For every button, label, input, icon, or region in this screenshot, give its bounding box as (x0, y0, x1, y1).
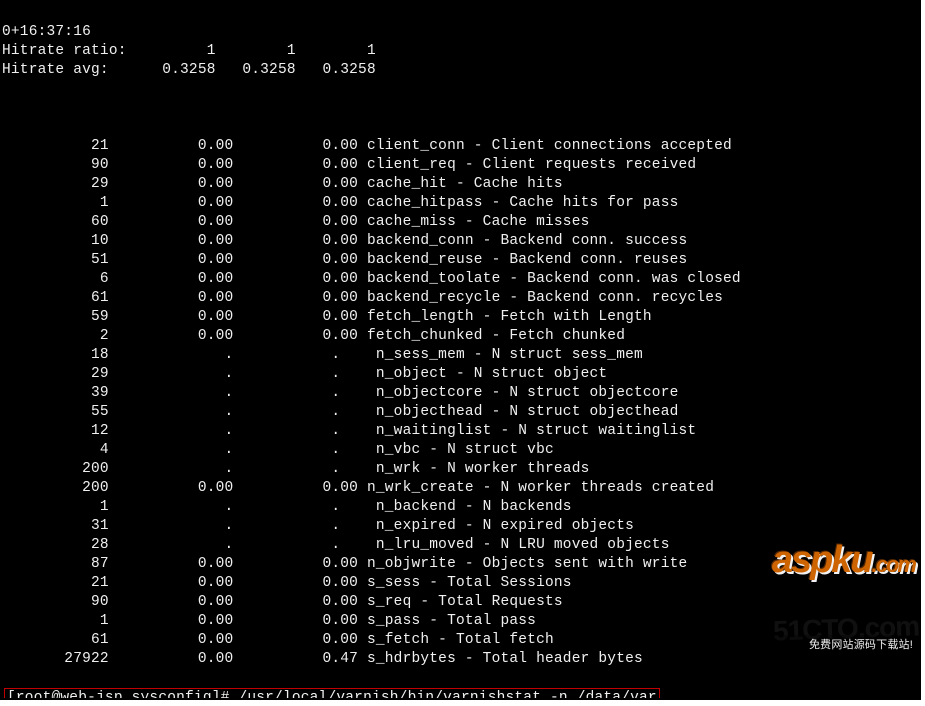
stat-row: 28 . . n_lru_moved - N LRU moved objects (2, 536, 919, 555)
stats-list: 21 0.00 0.00 client_conn - Client connec… (2, 137, 919, 669)
command-prompt-box: [root@web-jsp sysconfig]# /usr/local/var… (4, 688, 660, 700)
stat-row: 10 0.00 0.00 backend_conn - Backend conn… (2, 232, 919, 251)
stat-row: 87 0.00 0.00 n_objwrite - Objects sent w… (2, 555, 919, 574)
stat-row: 61 0.00 0.00 backend_recycle - Backend c… (2, 289, 919, 308)
faded-watermark: 51CTO.com (773, 616, 920, 640)
stat-row: 51 0.00 0.00 backend_reuse - Backend con… (2, 251, 919, 270)
uptime-line: 0+16:37:16 (2, 23, 919, 42)
stat-row: 55 . . n_objecthead - N struct objecthea… (2, 403, 919, 422)
stat-row: 90 0.00 0.00 s_req - Total Requests (2, 593, 919, 612)
stat-row: 31 . . n_expired - N expired objects (2, 517, 919, 536)
stat-row: 39 . . n_objectcore - N struct objectcor… (2, 384, 919, 403)
prompt-command[interactable]: /usr/local/varnish/bin/varnishstat -n /d… (230, 690, 657, 700)
blank-line (2, 99, 919, 118)
stat-row: 6 0.00 0.00 backend_toolate - Backend co… (2, 270, 919, 289)
stat-row: 60 0.00 0.00 cache_miss - Cache misses (2, 213, 919, 232)
terminal-header: 0+16:37:16Hitrate ratio: 1 1 1Hitrate av… (2, 21, 919, 80)
stat-row: 1 . . n_backend - N backends (2, 498, 919, 517)
stat-row: 200 . . n_wrk - N worker threads (2, 460, 919, 479)
terminal-window[interactable]: 0+16:37:16Hitrate ratio: 1 1 1Hitrate av… (0, 0, 921, 700)
hitrate-avg-line: Hitrate avg: 0.3258 0.3258 0.3258 (2, 61, 919, 80)
prompt-user-host: [root@web-jsp sysconfig]# (7, 690, 230, 700)
hitrate-ratio-line: Hitrate ratio: 1 1 1 (2, 42, 919, 61)
stat-row: 27922 0.00 0.47 s_hdrbytes - Total heade… (2, 650, 919, 669)
stat-row: 12 . . n_waitinglist - N struct waitingl… (2, 422, 919, 441)
stat-row: 4 . . n_vbc - N struct vbc (2, 441, 919, 460)
stat-row: 59 0.00 0.00 fetch_length - Fetch with L… (2, 308, 919, 327)
stat-row: 29 . . n_object - N struct object (2, 365, 919, 384)
stat-row: 18 . . n_sess_mem - N struct sess_mem (2, 346, 919, 365)
stat-row: 21 0.00 0.00 client_conn - Client connec… (2, 137, 919, 156)
stat-row: 21 0.00 0.00 s_sess - Total Sessions (2, 574, 919, 593)
stat-row: 2 0.00 0.00 fetch_chunked - Fetch chunke… (2, 327, 919, 346)
stat-row: 29 0.00 0.00 cache_hit - Cache hits (2, 175, 919, 194)
stat-row: 90 0.00 0.00 client_req - Client request… (2, 156, 919, 175)
stat-row: 200 0.00 0.00 n_wrk_create - N worker th… (2, 479, 919, 498)
stat-row: 1 0.00 0.00 cache_hitpass - Cache hits f… (2, 194, 919, 213)
